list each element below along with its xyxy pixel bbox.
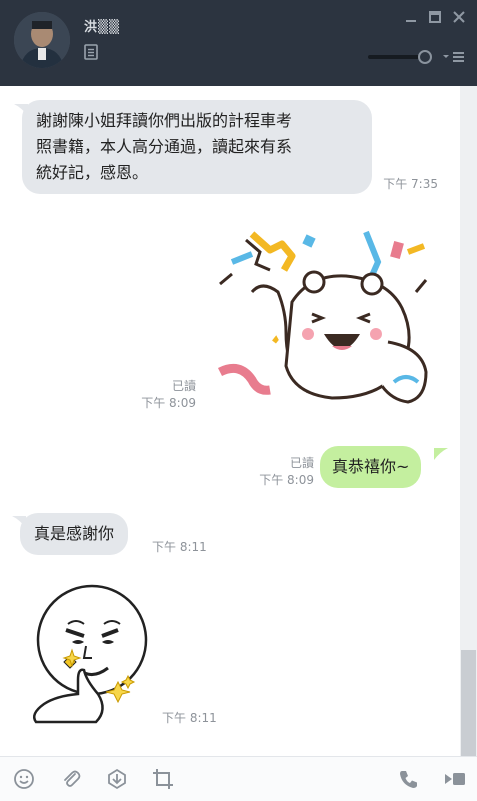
celebration-bear-sticker[interactable] [212,222,438,412]
message-time: 下午 8:11 [152,540,207,554]
note-icon[interactable] [84,44,98,60]
maximize-icon[interactable] [428,10,442,24]
outgoing-message-bubble[interactable]: 真恭禧你~ [320,446,422,488]
bubble-tail [434,448,448,460]
incoming-message-bubble[interactable]: 真是感謝你 [20,513,129,555]
message-time: 下午 8:09 [141,396,196,410]
download-icon[interactable] [106,768,128,790]
avatar[interactable] [14,12,70,68]
attach-icon[interactable] [60,768,82,790]
phone-icon[interactable] [398,768,420,790]
message-line: 謝謝陳小姐拜讀你們出版的計程車考 [36,111,293,130]
contact-name: 洪▒▒ [84,20,120,35]
scrollbar-thumb[interactable] [461,650,476,756]
read-receipt: 已讀 [289,456,314,470]
video-icon[interactable] [444,768,466,790]
message-line: 照書籍，本人高分通過，讀起來有系 [36,137,293,156]
emoji-icon[interactable] [13,768,35,790]
zoom-slider-handle[interactable] [418,50,432,64]
crop-icon[interactable] [152,768,174,790]
message-line: 統好記，感恩。 [36,163,149,182]
menu-icon[interactable] [440,50,466,64]
close-icon[interactable] [452,10,466,24]
message-time: 下午 8:11 [162,711,217,725]
incoming-message-bubble[interactable]: 謝謝陳小姐拜讀你們出版的計程車考 照書籍，本人高分通過，讀起來有系 統好記，感恩… [22,100,372,194]
read-receipt: 已讀 [171,379,196,393]
minimize-icon[interactable] [404,10,418,24]
chat-header: 洪▒▒ [0,0,477,86]
message-time: 下午 8:09 [259,473,314,487]
thumbs-up-face-sticker[interactable] [26,584,156,726]
message-time: 下午 7:35 [383,177,438,191]
